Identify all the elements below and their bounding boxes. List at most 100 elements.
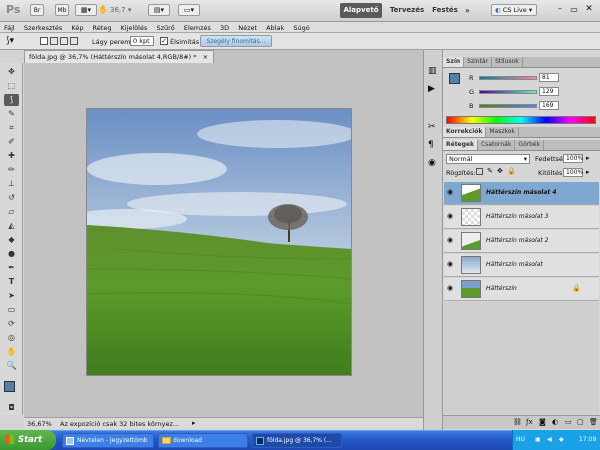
- layer-row[interactable]: ◉ Háttérszín másolat: [444, 254, 599, 277]
- selection-mode-subtract-icon[interactable]: [60, 37, 68, 45]
- menu-file[interactable]: Fájl: [0, 22, 18, 33]
- brush-panel-icon[interactable]: ◉: [428, 158, 436, 168]
- eye-icon[interactable]: ◉: [447, 189, 456, 196]
- eraser-tool-icon[interactable]: ▱: [4, 206, 19, 218]
- minimize-button[interactable]: –: [555, 5, 565, 15]
- document-tab-close-icon[interactable]: ×: [203, 53, 208, 61]
- clone-stamp-tool-icon[interactable]: ⊥: [4, 178, 19, 190]
- type-tool-icon[interactable]: T: [4, 276, 19, 288]
- canvas-image[interactable]: [86, 108, 352, 376]
- more-workspaces-button[interactable]: »: [465, 3, 475, 18]
- menu-view[interactable]: Nézet: [234, 22, 260, 33]
- taskbar-item-download[interactable]: download: [158, 433, 248, 448]
- brush-tool-icon[interactable]: ✏: [4, 164, 19, 176]
- channel-r-input[interactable]: 81: [539, 73, 559, 82]
- new-group-icon[interactable]: ▭: [565, 418, 572, 426]
- close-window-button[interactable]: ✕: [584, 5, 594, 15]
- 3d-orbit-tool-icon[interactable]: ◎: [4, 332, 19, 344]
- path-selection-tool-icon[interactable]: ➤: [4, 290, 19, 302]
- lock-position-icon[interactable]: ✥: [497, 167, 503, 175]
- tray-network-icon[interactable]: ▣: [535, 430, 541, 450]
- menu-layer[interactable]: Réteg: [89, 22, 115, 33]
- paint-bucket-tool-icon[interactable]: ◭: [4, 220, 19, 232]
- quick-mask-icon[interactable]: ◘: [4, 402, 19, 414]
- blend-mode-select[interactable]: Normál ▾: [446, 154, 530, 164]
- 3d-rotate-tool-icon[interactable]: ⟳: [4, 318, 19, 330]
- fill-arrow-icon[interactable]: ▸: [586, 168, 590, 176]
- color-panel-fg-swatch[interactable]: [449, 73, 460, 84]
- menu-image[interactable]: Kép: [67, 22, 86, 33]
- channel-g-input[interactable]: 129: [539, 87, 559, 96]
- layer-row[interactable]: ◉ Háttérszín másolat 4: [444, 182, 599, 205]
- eye-icon[interactable]: ◉: [447, 237, 456, 244]
- status-message[interactable]: Az expozíció csak 32 bites környez...: [60, 420, 190, 428]
- move-tool-icon[interactable]: ✥: [4, 66, 19, 78]
- eye-icon[interactable]: ◉: [447, 285, 456, 292]
- menu-analysis[interactable]: Elemzés: [180, 22, 214, 33]
- color-spectrum-bar[interactable]: [446, 116, 596, 124]
- history-brush-tool-icon[interactable]: ↺: [4, 192, 19, 204]
- opacity-arrow-icon[interactable]: ▸: [586, 154, 590, 162]
- layer-row[interactable]: ◉ Háttérszín 🔒: [444, 278, 599, 301]
- new-layer-icon[interactable]: ▢: [577, 418, 584, 426]
- menu-edit[interactable]: Szerkesztés: [20, 22, 65, 33]
- tray-security-icon[interactable]: ◆: [559, 430, 564, 450]
- tab-paths[interactable]: Görbék: [515, 140, 545, 150]
- channel-b-slider[interactable]: [479, 104, 537, 108]
- workspace-painting-button[interactable]: Festés: [430, 3, 460, 18]
- healing-brush-tool-icon[interactable]: ✚: [4, 150, 19, 162]
- zoom-tool-icon[interactable]: 🔍: [4, 360, 19, 372]
- crop-tool-icon[interactable]: ⌗: [4, 122, 19, 134]
- tab-adjustments[interactable]: Korrekciók: [443, 127, 487, 137]
- channel-r-slider[interactable]: [479, 76, 537, 80]
- menu-3d[interactable]: 3D: [216, 22, 232, 33]
- add-mask-icon[interactable]: ◙: [539, 418, 546, 426]
- tab-masks[interactable]: Maszkok: [486, 127, 519, 137]
- taskbar-item-notepad[interactable]: Névtelen - Jegyzettömb: [62, 433, 154, 448]
- feather-input[interactable]: 0 kpt: [130, 36, 154, 46]
- blur-tool-icon[interactable]: ◆: [4, 234, 19, 246]
- eye-icon[interactable]: ◉: [447, 213, 456, 220]
- tab-color[interactable]: Szín: [443, 57, 465, 67]
- screen-mode-button[interactable]: ▭▾: [178, 4, 200, 16]
- layer-row[interactable]: ◉ Háttérszín másolat 2: [444, 230, 599, 253]
- channel-b-input[interactable]: 169: [539, 101, 559, 110]
- layer-row[interactable]: ◉ Háttérszín másolat 3: [444, 206, 599, 229]
- menu-select[interactable]: Kijelölés: [117, 22, 151, 33]
- lock-pixels-icon[interactable]: ✎: [487, 167, 493, 175]
- status-zoom[interactable]: 36,67%: [27, 420, 52, 428]
- pen-tool-icon[interactable]: ✒: [4, 262, 19, 274]
- paragraph-panel-icon[interactable]: ¶: [428, 140, 434, 150]
- minibridge-button[interactable]: Mb: [55, 4, 69, 16]
- bridge-button[interactable]: Br: [30, 4, 44, 16]
- hand-tool-icon[interactable]: ✋: [4, 346, 19, 358]
- menu-filter[interactable]: Szűrő: [152, 22, 177, 33]
- tab-channels[interactable]: Csatornák: [478, 140, 516, 150]
- view-extras-button[interactable]: ▦▾: [75, 4, 97, 16]
- lasso-tool-icon[interactable]: ⟆: [4, 94, 19, 106]
- tab-layers[interactable]: Rétegek: [443, 140, 478, 150]
- foreground-color-swatch[interactable]: [4, 381, 15, 392]
- zoom-level-dropdown[interactable]: 36,7 ▾: [110, 4, 142, 16]
- start-button[interactable]: Start: [0, 430, 56, 450]
- actions-panel-icon[interactable]: ▶: [428, 84, 435, 94]
- eye-icon[interactable]: ◉: [447, 261, 456, 268]
- link-layers-icon[interactable]: ⛓: [513, 418, 522, 426]
- antialias-checkbox[interactable]: ✓: [160, 37, 168, 45]
- selection-mode-add-icon[interactable]: [50, 37, 58, 45]
- delete-layer-icon[interactable]: 🗑: [589, 418, 598, 426]
- tray-volume-icon[interactable]: ◀: [547, 430, 552, 450]
- shape-tool-icon[interactable]: ▭: [4, 304, 19, 316]
- lock-all-icon[interactable]: 🔒: [507, 167, 516, 175]
- selection-mode-intersect-icon[interactable]: [70, 37, 78, 45]
- arrange-documents-button[interactable]: ▤▾: [148, 4, 170, 16]
- hand-tool-button[interactable]: ✋: [98, 4, 108, 16]
- menu-window[interactable]: Ablak: [262, 22, 287, 33]
- tab-swatches[interactable]: Színtár: [464, 57, 493, 67]
- selection-mode-new-icon[interactable]: [40, 37, 48, 45]
- document-tab[interactable]: földa.jpg @ 36,7% (Háttérszín másolat 4,…: [24, 50, 214, 63]
- status-menu-arrow-icon[interactable]: ▸: [192, 419, 196, 427]
- dodge-tool-icon[interactable]: ●: [4, 248, 19, 260]
- lasso-preset-icon[interactable]: ⟆▾: [6, 36, 28, 47]
- marquee-tool-icon[interactable]: ⬚: [4, 80, 19, 92]
